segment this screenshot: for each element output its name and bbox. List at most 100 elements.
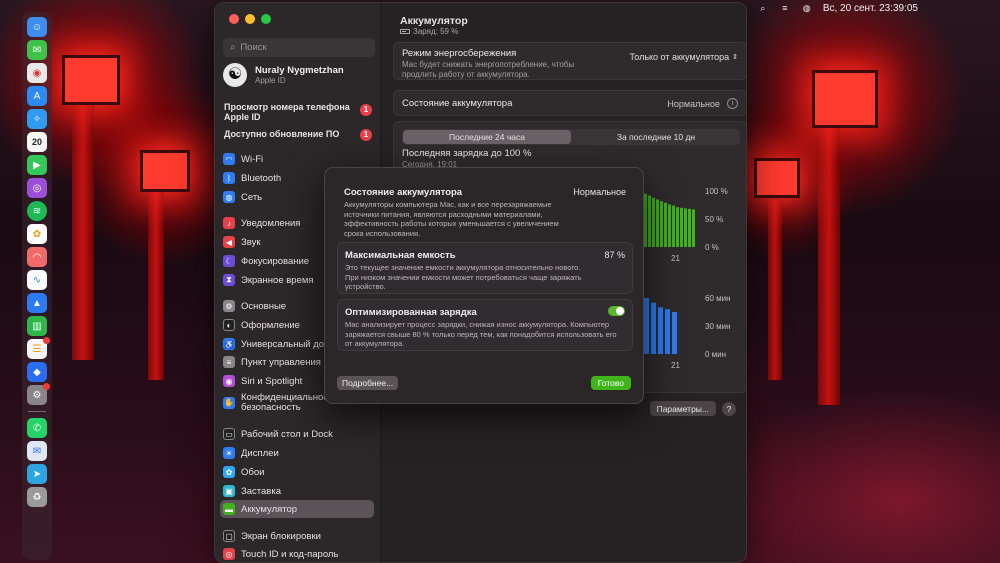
- chart-bar: [651, 302, 656, 354]
- settings-badge: [43, 383, 50, 390]
- trash-icon[interactable]: ♻: [27, 487, 47, 507]
- chart-bar: [644, 193, 647, 247]
- wallpaper-pillar: [768, 200, 782, 380]
- battery-state-value-group: Нормальное i: [667, 98, 738, 109]
- wallpaper-pillar: [72, 100, 94, 360]
- chart-bar: [664, 202, 667, 247]
- tab-last-10-days[interactable]: За последние 10 дн: [572, 129, 740, 145]
- app-store-icon[interactable]: A: [27, 86, 47, 106]
- search-field[interactable]: ⌕ Поиск: [223, 38, 375, 57]
- charge-text: Заряд: 59 %: [413, 27, 459, 36]
- control-center-status-icon[interactable]: ≡: [779, 3, 791, 13]
- podcasts-icon[interactable]: ◎: [27, 178, 47, 198]
- chrome-icon[interactable]: ◉: [27, 63, 47, 83]
- sidebar-item-label: Рабочий стол и Dock: [241, 428, 333, 440]
- sidebar-item-desktop-dock[interactable]: ▭ Рабочий стол и Dock: [220, 425, 374, 443]
- charge-status: Заряд: 59 %: [400, 27, 458, 36]
- arc-icon[interactable]: ◠: [27, 247, 47, 267]
- finder-icon[interactable]: ☺: [27, 17, 47, 37]
- battery-health-sheet: Состояние аккумулятора Нормальное Аккуму…: [324, 167, 644, 404]
- menu-bar-clock[interactable]: Вс, 20 сент. 23:39:05: [823, 3, 918, 14]
- profile-name: Nuraly Nygmetzhan: [255, 65, 344, 76]
- keynote-icon[interactable]: ▲: [27, 293, 47, 313]
- wallpaper-lantern: [140, 150, 190, 192]
- sidebar-item-label: Уведомления: [241, 217, 301, 229]
- chart-bar: [684, 208, 687, 247]
- whatsapp-icon[interactable]: ✆: [27, 418, 47, 438]
- chart-bar: [648, 195, 651, 247]
- facetime-icon[interactable]: ▶: [27, 155, 47, 175]
- chart-y-tick: 60 мин: [705, 294, 731, 303]
- spotlight-icon[interactable]: ⌕: [757, 3, 769, 13]
- minimize-button[interactable]: [245, 14, 255, 24]
- apple-id-profile[interactable]: ☯ Nuraly Nygmetzhan Apple ID: [223, 63, 375, 87]
- telegram-icon[interactable]: ➤: [27, 464, 47, 484]
- sidebar-item-displays[interactable]: ☀ Дисплеи: [220, 444, 374, 462]
- energy-mode-value: Только от аккумулятора: [629, 52, 730, 62]
- sidebar-item-label: Дисплеи: [241, 447, 279, 459]
- optimized-charging-toggle[interactable]: [608, 306, 625, 316]
- sheet-max-capacity: Максимальная емкость 87 % Это текущее зн…: [337, 242, 633, 294]
- numbers-icon[interactable]: ▥: [27, 316, 47, 336]
- spotify-icon[interactable]: ≋: [27, 201, 47, 221]
- sheet-state-desc: Аккумуляторы компьютера Mac, как и все п…: [344, 200, 559, 238]
- freeform-icon[interactable]: ∿: [27, 270, 47, 290]
- notice-apple-id-phone[interactable]: Просмотр номера телефона Apple ID 1: [224, 102, 374, 122]
- options-button[interactable]: Параметры...: [649, 401, 716, 416]
- chart-bar: [652, 197, 655, 247]
- sidebar-item-wifi[interactable]: ◠ Wi-Fi: [220, 150, 374, 168]
- sidebar-item-wallpaper[interactable]: ✿ Обои: [220, 463, 374, 481]
- history-segmented-control: Последние 24 часа За последние 10 дн: [402, 129, 740, 145]
- energy-mode-select[interactable]: Только от аккумулятора ⇕: [629, 52, 738, 62]
- sheet-capacity-desc: Это текущее значение емкости аккумулятор…: [345, 263, 582, 291]
- chevron-updown-icon: ⇕: [732, 54, 738, 61]
- sidebar-item-label: Обои: [241, 466, 265, 478]
- reminders-badge: [43, 337, 50, 344]
- system-settings-icon[interactable]: ⚙: [27, 383, 50, 405]
- wallpaper-lantern: [812, 70, 878, 128]
- photos-icon[interactable]: ✿: [27, 224, 47, 244]
- chart-bar: [658, 307, 663, 354]
- control-center-icon: ≡: [223, 356, 235, 368]
- chart-y-tick: 0 мин: [705, 350, 726, 359]
- page-title: Аккумулятор: [400, 15, 468, 27]
- sidebar-item-battery[interactable]: ▬ Аккумулятор: [220, 500, 374, 518]
- zoom-button[interactable]: [261, 14, 271, 24]
- messages-icon[interactable]: ✉: [27, 40, 47, 60]
- wifi-icon: ◠: [223, 153, 235, 165]
- dock-icon: ▭: [223, 428, 235, 440]
- energy-mode-title: Режим энергосбережения: [402, 48, 517, 59]
- moon-icon: ☾: [223, 255, 235, 267]
- help-button[interactable]: ?: [722, 402, 736, 416]
- sidebar-item-label: Bluetooth: [241, 172, 282, 184]
- sidebar-item-touch-id[interactable]: ◎ Touch ID и код-пароль: [220, 545, 374, 562]
- siri-status-icon[interactable]: ◍: [801, 3, 813, 13]
- sidebar-item-lock-screen[interactable]: ▢ Экран блокировки: [220, 527, 374, 545]
- sheet-optimized-charging: Оптимизированная зарядка Mac анализирует…: [337, 299, 633, 351]
- reminders-icon[interactable]: ☰: [27, 337, 50, 359]
- mail-icon[interactable]: ✉: [27, 441, 47, 461]
- lock-screen-icon: ▢: [223, 530, 235, 542]
- roblox-icon[interactable]: ◆: [27, 362, 47, 382]
- calendar-icon[interactable]: 20: [27, 132, 47, 152]
- chart-x-tick: 21: [671, 254, 680, 263]
- accessibility-icon: ♿: [223, 338, 235, 350]
- close-button[interactable]: [229, 14, 239, 24]
- chart-y-tick: 100 %: [705, 187, 728, 196]
- safari-icon[interactable]: ✧: [27, 109, 47, 129]
- more-info-button[interactable]: Подробнее...: [337, 376, 399, 390]
- info-icon[interactable]: i: [727, 98, 738, 109]
- sidebar-item-label: Сеть: [241, 191, 263, 203]
- done-button[interactable]: Готово: [590, 376, 631, 390]
- battery-state-card: Состояние аккумулятора Нормальное i: [393, 90, 746, 116]
- sidebar-item-screensaver[interactable]: ▣ Заставка: [220, 482, 374, 500]
- notice-software-update[interactable]: Доступно обновление ПО 1: [224, 129, 374, 141]
- hourglass-icon: ⧗: [223, 274, 235, 286]
- sidebar-item-label: Экранное время: [241, 274, 314, 286]
- chart-bar: [692, 209, 695, 247]
- tab-last-24-hours[interactable]: Последние 24 часа: [403, 130, 571, 144]
- wallpaper-pillar: [148, 180, 164, 380]
- wallpaper-icon: ✿: [223, 466, 235, 478]
- sheet-capacity-title: Максимальная емкость: [345, 250, 456, 261]
- sidebar-item-label: Wi-Fi: [241, 153, 264, 165]
